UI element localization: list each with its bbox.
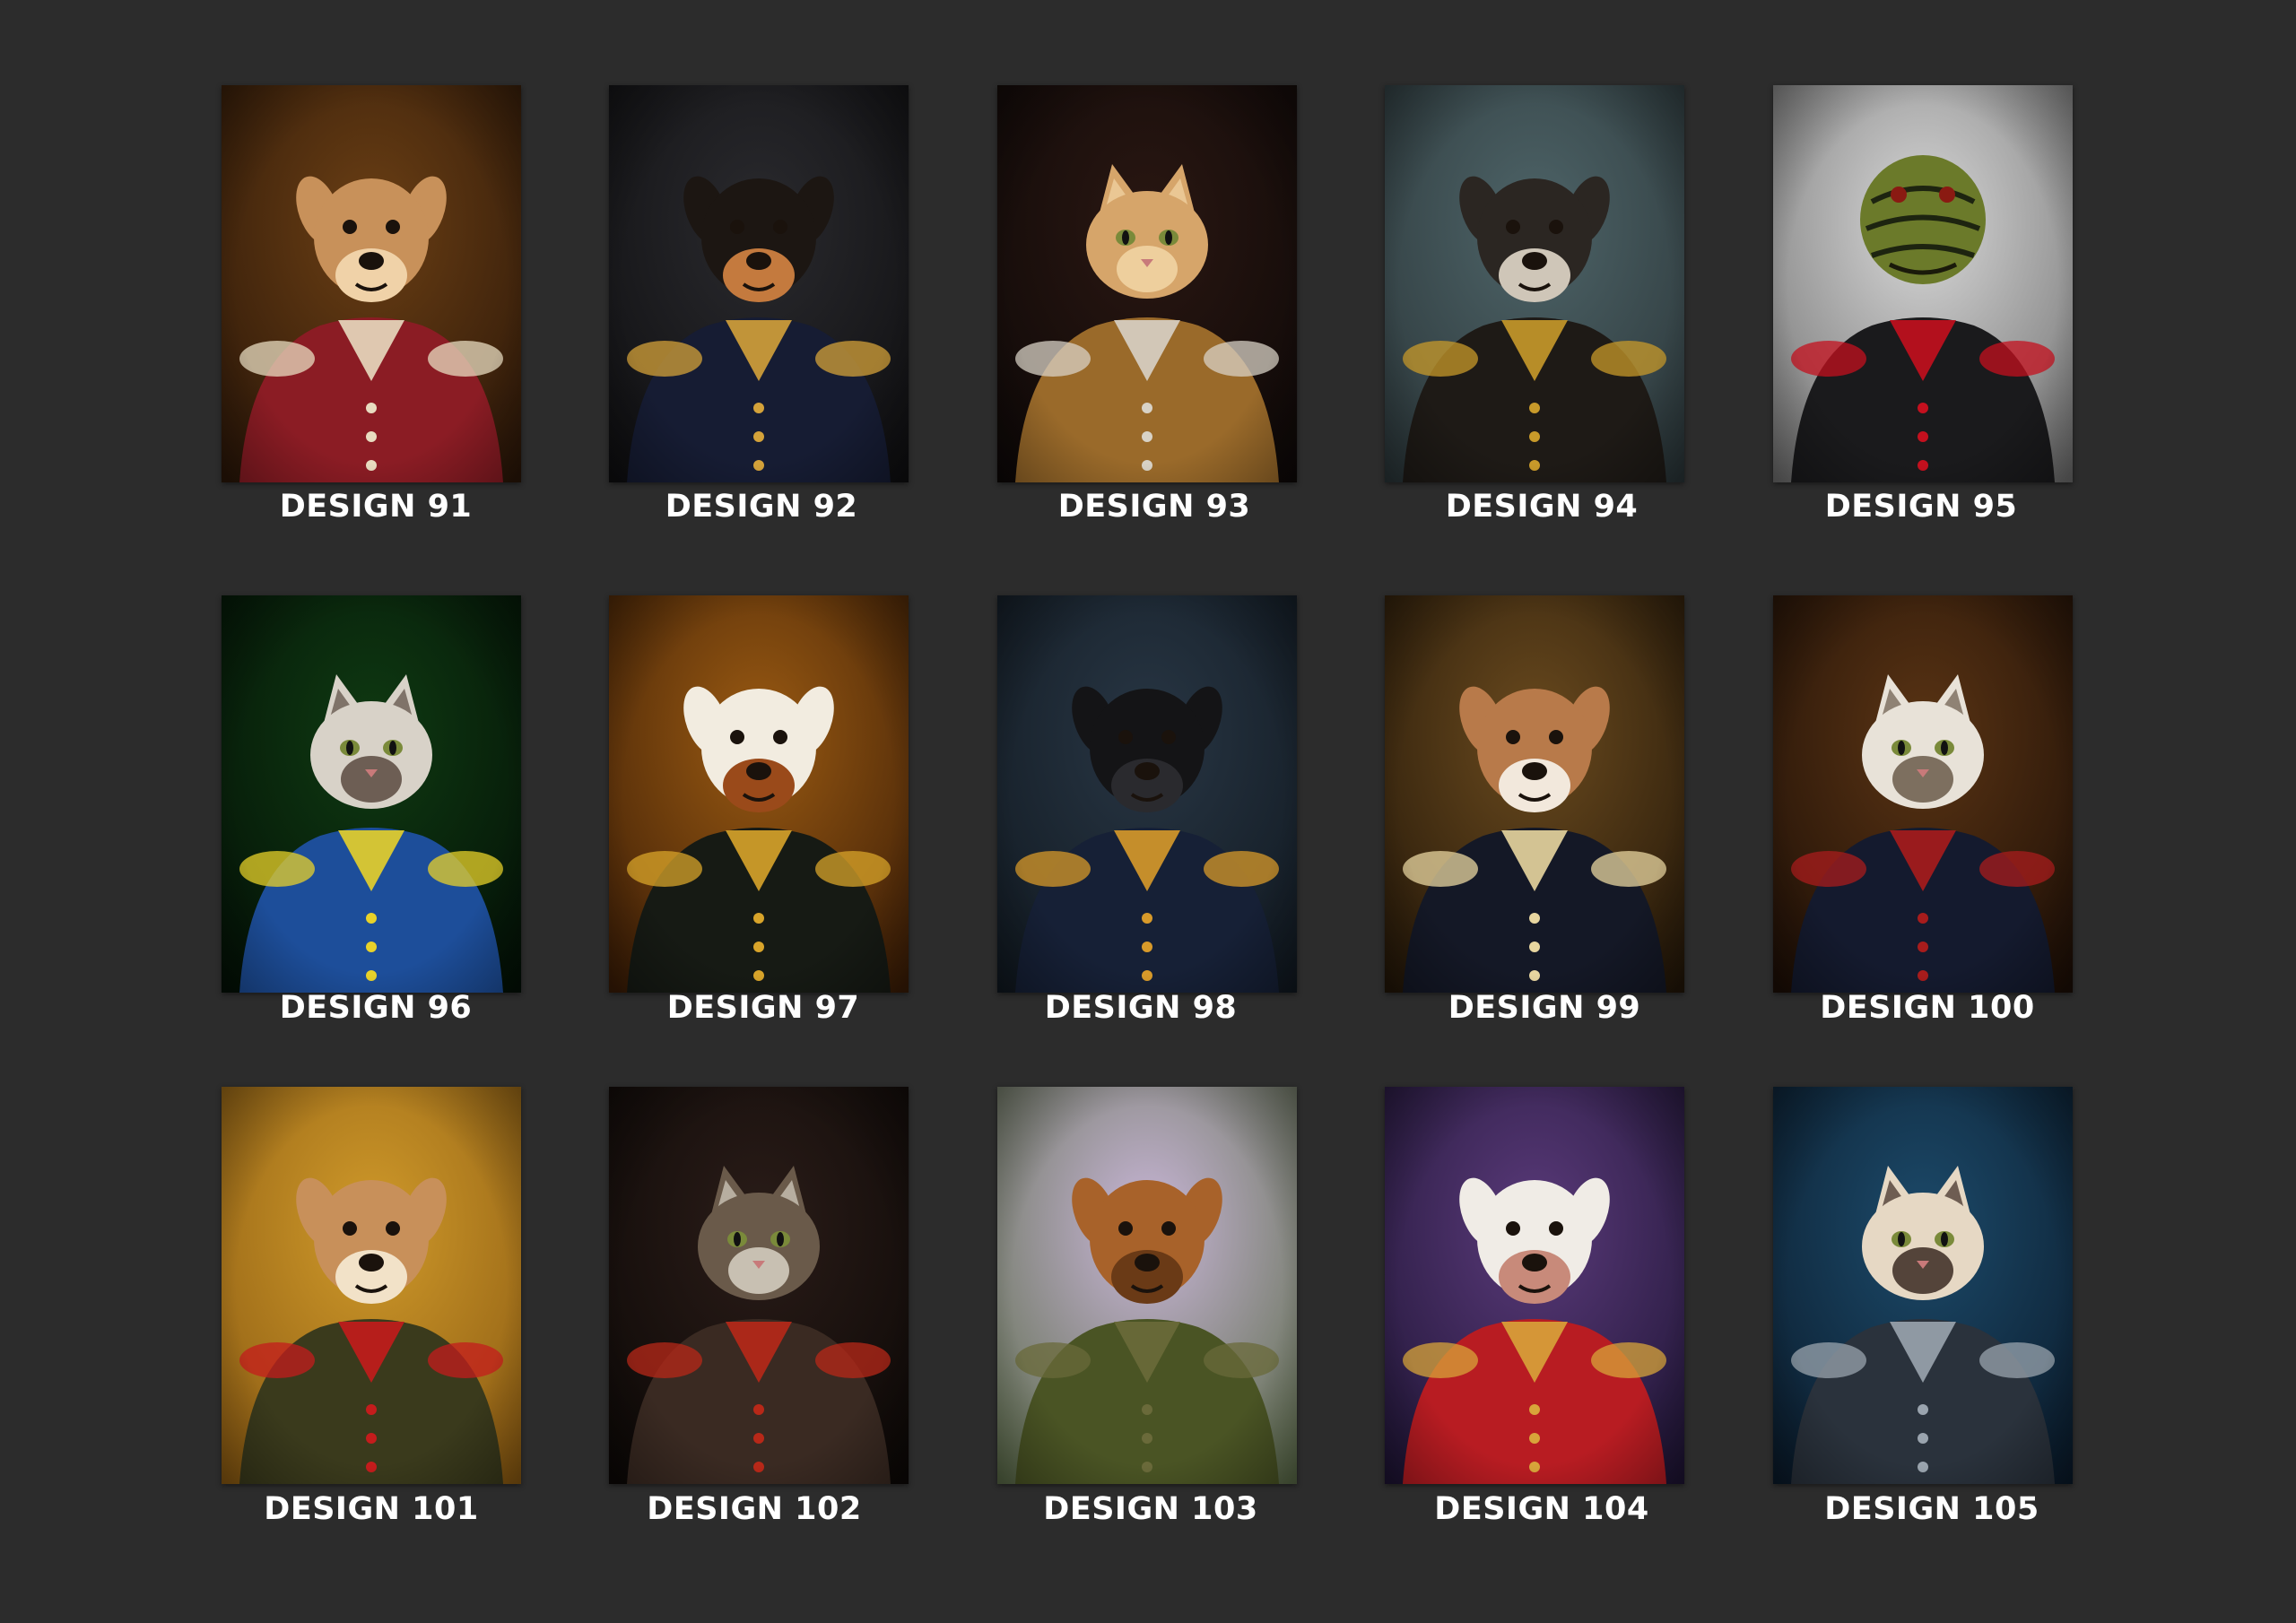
design-thumbnail[interactable]: [609, 595, 909, 993]
siamese-cat-king-painting: [1773, 1087, 2073, 1484]
design-thumbnail[interactable]: [1773, 1087, 2073, 1484]
design-label: DESIGN 99: [1448, 990, 1641, 1026]
doodle-countryman-painting: [997, 1087, 1297, 1484]
design-label: DESIGN 96: [279, 990, 473, 1026]
design-label: DESIGN 100: [1820, 990, 2035, 1026]
design-label: DESIGN 102: [647, 1491, 862, 1527]
cat-streetwear-painting: [222, 595, 521, 993]
pitbull-gentleman-painting: [1385, 595, 1684, 993]
design-thumbnail[interactable]: [1385, 1087, 1684, 1484]
cat-tuxedo-chair-painting: [1773, 595, 2073, 993]
design-label: DESIGN 101: [264, 1491, 479, 1527]
portrait-gallery: DESIGN 91 DESIGN 92 DESIGN 93 DESIGN 94 …: [0, 0, 2296, 1623]
design-thumbnail[interactable]: [997, 1087, 1297, 1484]
design-label: DESIGN 91: [279, 489, 473, 525]
design-thumbnail[interactable]: [1773, 85, 2073, 482]
terrier-officer-painting: [997, 595, 1297, 993]
design-thumbnail[interactable]: [997, 85, 1297, 482]
doodle-hussar-painting: [1385, 85, 1684, 482]
design-thumbnail[interactable]: [1385, 595, 1684, 993]
design-label: DESIGN 97: [666, 990, 860, 1026]
design-thumbnail[interactable]: [222, 1087, 521, 1484]
design-label: DESIGN 93: [1057, 489, 1251, 525]
tabby-lion-warrior-painting: [609, 1087, 909, 1484]
design-thumbnail[interactable]: [222, 595, 521, 993]
bulldog-portrait-painting: [222, 85, 521, 482]
design-thumbnail[interactable]: [222, 85, 521, 482]
design-label: DESIGN 103: [1043, 1491, 1258, 1527]
design-thumbnail[interactable]: [1773, 595, 2073, 993]
design-label: DESIGN 98: [1044, 990, 1238, 1026]
chihuahua-admiral-painting: [609, 85, 909, 482]
design-thumbnail[interactable]: [609, 85, 909, 482]
tabby-cat-ruff-painting: [997, 85, 1297, 482]
design-thumbnail[interactable]: [609, 1087, 909, 1484]
design-thumbnail[interactable]: [997, 595, 1297, 993]
design-label: DESIGN 95: [1824, 489, 2018, 525]
bulldog-iron-armor-painting: [1385, 1087, 1684, 1484]
turtle-businessman-painting: [1773, 85, 2073, 482]
design-thumbnail[interactable]: [1385, 85, 1684, 482]
design-label: DESIGN 104: [1434, 1491, 1649, 1527]
bulldog-general-painting: [609, 595, 909, 993]
design-label: DESIGN 105: [1824, 1491, 2039, 1527]
collie-marshal-painting: [222, 1087, 521, 1484]
design-label: DESIGN 92: [665, 489, 858, 525]
design-label: DESIGN 94: [1445, 489, 1639, 525]
